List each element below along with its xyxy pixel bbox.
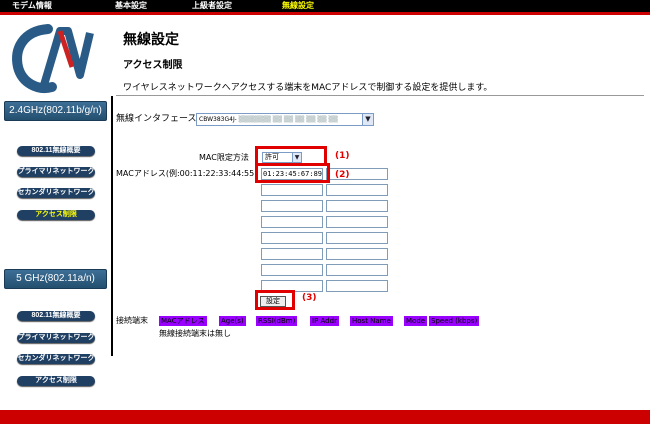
mac-address-input-10[interactable]	[326, 232, 388, 244]
sidebar-divider	[111, 96, 113, 356]
col-header-ip: IP Addr	[310, 316, 339, 326]
mac-address-input-7[interactable]	[261, 216, 323, 228]
band-24ghz-header[interactable]: 2.4GHz(802.11b/g/n)	[4, 101, 107, 121]
col-header-mac: MACアドレス	[159, 316, 207, 326]
sidebar-item-5-primary[interactable]: プライマリネットワーク	[17, 333, 95, 343]
page-title: 無線設定	[123, 32, 179, 48]
interface-select-value: CBW383G4J-	[199, 116, 237, 123]
sidebar-item-5-overview[interactable]: 802.11無線概要	[17, 311, 95, 321]
mac-address-input-3[interactable]	[261, 184, 323, 196]
sidebar: 2.4GHz(802.11b/g/n) 802.11無線概要 プライマリネットワ…	[0, 15, 111, 405]
page-description: ワイヤレスネットワークへアクセスする端末をMACアドレスで制御する設定を提供しま…	[123, 83, 493, 93]
sidebar-item-5-access-control[interactable]: アクセス制限	[17, 376, 95, 386]
mac-address-input-11[interactable]	[261, 248, 323, 260]
mac-address-input-9[interactable]	[261, 232, 323, 244]
col-header-hostname: Host Name	[350, 316, 393, 326]
sidebar-item-24-access-control[interactable]: アクセス制限	[17, 210, 95, 220]
mac-address-input-16[interactable]	[326, 280, 388, 292]
content-divider	[116, 95, 644, 96]
mac-address-input-13[interactable]	[261, 264, 323, 276]
top-nav-bar	[0, 0, 650, 12]
nav-basic-settings[interactable]: 基本設定	[115, 0, 147, 12]
interface-select[interactable]: CBW383G4J- ▒▒▒▒▒▒▒ ▒▒ ▒▒ ▒▒ ▒▒ ▒▒ ▒▒ ▼	[196, 113, 374, 126]
col-header-mode: Mode	[404, 316, 428, 326]
col-header-speed: Speed (kbps)	[429, 316, 480, 326]
col-header-rssi: RSSI(dBm)	[256, 316, 298, 326]
mac-address-input-14[interactable]	[326, 264, 388, 276]
band-5ghz-header[interactable]: 5 GHz(802.11a/n)	[4, 269, 107, 289]
sidebar-item-5-secondary[interactable]: セカンダリネットワーク	[17, 354, 95, 364]
section-title: アクセス制限	[123, 60, 183, 71]
nav-modem-info[interactable]: モデム情報	[12, 0, 52, 12]
nav-advanced-settings[interactable]: 上級者設定	[192, 0, 232, 12]
sidebar-item-24-primary[interactable]: プライマリネットワーク	[17, 167, 95, 177]
annotation-1: (1)	[335, 151, 350, 161]
annotation-3: (3)	[302, 293, 317, 303]
mac-address-input-5[interactable]	[261, 200, 323, 212]
no-clients-message: 無線接続端末は無し	[159, 329, 231, 338]
mac-address-input-4[interactable]	[326, 184, 388, 196]
mac-mode-label: MAC限定方法	[199, 153, 249, 162]
sidebar-item-24-secondary[interactable]: セカンダリネットワーク	[17, 188, 95, 198]
col-header-age: Age(s)	[219, 316, 246, 326]
mac-address-input-6[interactable]	[326, 200, 388, 212]
mac-address-input-12[interactable]	[326, 248, 388, 260]
set-button[interactable]: 設定	[260, 296, 286, 307]
annotation-2: (2)	[335, 170, 350, 180]
sidebar-item-24-overview[interactable]: 802.11無線概要	[17, 146, 95, 156]
nav-wireless-settings[interactable]: 無線設定	[282, 0, 314, 12]
mac-address-label: MACアドレス(例:00:11:22:33:44:55)	[116, 169, 258, 178]
interface-select-blurred: ▒▒▒▒▒▒▒ ▒▒ ▒▒ ▒▒ ▒▒ ▒▒ ▒▒	[238, 116, 338, 123]
highlight-mac-input	[255, 163, 330, 183]
interface-label: 無線インタフェース	[116, 114, 197, 124]
mac-address-input-8[interactable]	[326, 216, 388, 228]
connected-devices-label: 接続端末	[116, 316, 148, 325]
chevron-down-icon[interactable]: ▼	[362, 114, 373, 125]
brand-logo	[12, 24, 94, 93]
footer-bar	[0, 410, 650, 424]
